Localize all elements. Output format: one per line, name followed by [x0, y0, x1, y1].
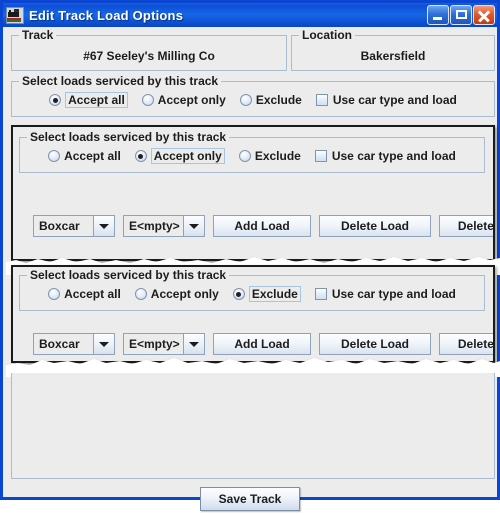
radio-label: Accept only	[150, 148, 225, 164]
radio-accept-all-1[interactable]: Accept all	[49, 92, 128, 108]
radio-selected-icon	[49, 94, 62, 106]
load-group-2-options: Accept all Accept only Exclude Use car t…	[20, 148, 484, 164]
radio-unselected-icon	[48, 150, 61, 162]
track-panel-legend: Track	[19, 28, 57, 42]
load-group-1-legend: Select loads serviced by this track	[19, 74, 222, 88]
radio-selected-icon	[232, 288, 245, 300]
add-load-button-3[interactable]: Add Load	[213, 333, 311, 355]
radio-accept-all-3[interactable]: Accept all	[48, 287, 121, 301]
radio-label: Exclude	[254, 149, 301, 163]
load-group-2-legend: Select loads serviced by this track	[27, 130, 230, 144]
load-combo-2[interactable]: E<mpty>	[123, 215, 205, 237]
radio-accept-all-2[interactable]: Accept all	[48, 149, 121, 163]
location-panel: Location Bakersfield	[291, 28, 495, 71]
chevron-down-icon[interactable]	[183, 333, 205, 355]
checkbox-label: Use car type and load	[332, 93, 457, 107]
radio-label: Exclude	[255, 93, 302, 107]
track-panel: Track #67 Seeley's Milling Co	[11, 28, 287, 71]
checkbox-label: Use car type and load	[331, 287, 456, 301]
radio-label: Exclude	[248, 286, 301, 302]
chevron-down-icon[interactable]	[93, 215, 115, 237]
checkbox-use-car-type-and-load-2[interactable]: Use car type and load	[314, 149, 456, 163]
close-button[interactable]	[473, 5, 495, 25]
checkbox-use-car-type-and-load-1[interactable]: Use car type and load	[315, 93, 457, 107]
location-panel-legend: Location	[299, 28, 355, 42]
load-combo-3[interactable]: E<mpty>	[123, 333, 205, 355]
save-track-button[interactable]: Save Track	[199, 487, 301, 511]
car-type-combo-value: Boxcar	[33, 215, 93, 237]
radio-accept-only-1[interactable]: Accept only	[141, 93, 226, 107]
load-group-empty-area	[11, 373, 495, 479]
checkbox-label: Use car type and load	[331, 149, 456, 163]
radio-label: Accept only	[150, 287, 219, 301]
radio-label: Accept all	[64, 149, 121, 163]
chevron-down-icon[interactable]	[93, 333, 115, 355]
radio-accept-only-2[interactable]: Accept only	[134, 148, 225, 164]
radio-selected-icon	[134, 150, 147, 162]
delete-load-button-3[interactable]: Delete Load	[319, 333, 431, 355]
car-type-combo-3[interactable]: Boxcar	[33, 333, 115, 355]
radio-label: Accept all	[64, 287, 121, 301]
radio-label: Accept all	[65, 92, 128, 108]
radio-exclude-1[interactable]: Exclude	[239, 93, 302, 107]
radio-exclude-2[interactable]: Exclude	[238, 149, 301, 163]
track-name-value: #67 Seeley's Milling Co	[83, 49, 215, 63]
locomotive-icon	[6, 6, 24, 24]
radio-label: Accept only	[157, 93, 226, 107]
car-type-combo-value: Boxcar	[33, 333, 93, 355]
radio-unselected-icon	[141, 94, 154, 106]
load-group-3: Select loads serviced by this track Acce…	[19, 268, 485, 311]
radio-exclude-3[interactable]: Exclude	[232, 286, 301, 302]
maximize-button[interactable]	[450, 5, 472, 25]
minimize-button[interactable]	[427, 5, 449, 25]
delete-all-button-3[interactable]: Delete All	[439, 333, 493, 355]
radio-unselected-icon	[48, 288, 61, 300]
delete-all-button-2[interactable]: Delete All	[439, 215, 493, 237]
car-type-combo-2[interactable]: Boxcar	[33, 215, 115, 237]
load-group-1-options: Accept all Accept only Exclude Use car t…	[12, 92, 494, 108]
load-controls-3: Boxcar E<mpty> Add Load Delete Load Dele…	[33, 333, 493, 355]
location-name-value: Bakersfield	[360, 49, 426, 63]
load-subpanel-2: Select loads serviced by this track Acce…	[11, 125, 495, 261]
footer-bar: Save Track	[6, 483, 494, 515]
window-body: Track #67 Seeley's Milling Co Location B…	[6, 27, 500, 511]
chevron-down-icon[interactable]	[183, 215, 205, 237]
load-subpanel-3: Select loads serviced by this track Acce…	[11, 265, 495, 363]
radio-unselected-icon	[238, 150, 251, 162]
edit-track-load-options-window: Edit Track Load Options Track #67 Seeley…	[0, 0, 500, 511]
load-group-3-legend: Select loads serviced by this track	[27, 268, 230, 282]
window-controls	[426, 5, 497, 25]
checkbox-unchecked-icon	[315, 94, 328, 106]
load-combo-value: E<mpty>	[123, 333, 183, 355]
title-bar[interactable]: Edit Track Load Options	[3, 3, 497, 27]
checkbox-use-car-type-and-load-3[interactable]: Use car type and load	[314, 287, 456, 301]
load-group-2: Select loads serviced by this track Acce…	[19, 130, 485, 173]
checkbox-unchecked-icon	[314, 288, 327, 300]
radio-unselected-icon	[239, 94, 252, 106]
load-combo-value: E<mpty>	[123, 215, 183, 237]
checkbox-unchecked-icon	[314, 150, 327, 162]
window-title: Edit Track Load Options	[29, 7, 184, 23]
load-group-3-options: Accept all Accept only Exclude Use car t…	[20, 286, 484, 302]
radio-unselected-icon	[134, 288, 147, 300]
radio-accept-only-3[interactable]: Accept only	[134, 287, 219, 301]
load-controls-2: Boxcar E<mpty> Add Load Delete Load Dele…	[33, 215, 493, 237]
load-group-1: Select loads serviced by this track Acce…	[11, 74, 495, 117]
add-load-button-2[interactable]: Add Load	[213, 215, 311, 237]
delete-load-button-2[interactable]: Delete Load	[319, 215, 431, 237]
